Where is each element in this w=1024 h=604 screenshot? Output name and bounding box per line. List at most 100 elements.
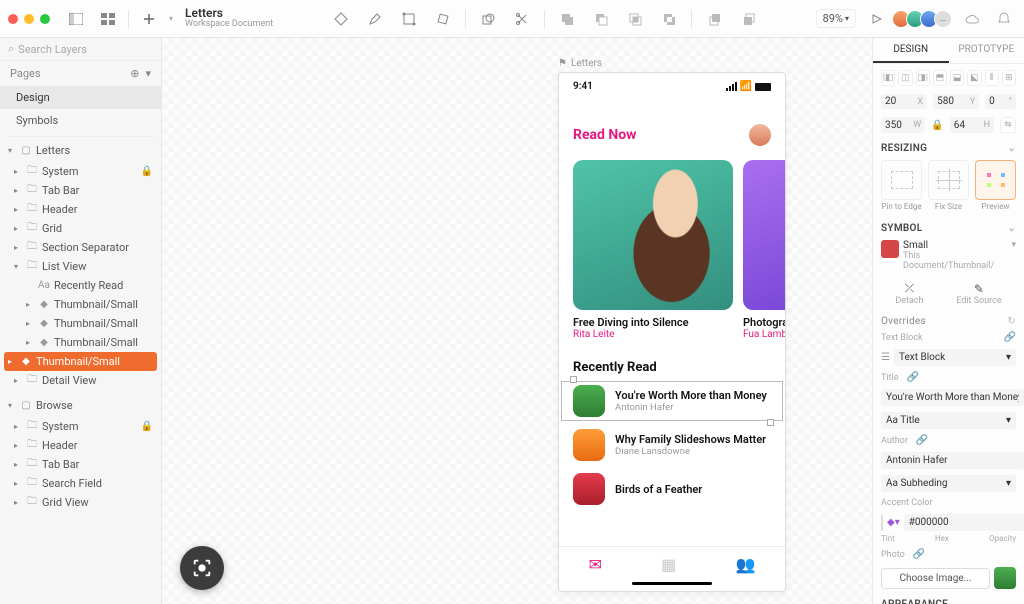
- distribute-button[interactable]: ⫴: [985, 70, 999, 86]
- title-override-input[interactable]: [881, 389, 1024, 406]
- artboard-phone[interactable]: 9:41 📶 Read Now Free Diving into Silence: [558, 72, 786, 592]
- layer-recently-read[interactable]: AaRecently Read: [0, 276, 161, 295]
- lock-aspect-icon[interactable]: 🔒: [931, 120, 943, 131]
- layer-system[interactable]: ▸🗀System🔒: [0, 417, 161, 436]
- align-top-button[interactable]: ⬒: [933, 70, 947, 86]
- resize-pin-button[interactable]: [881, 160, 922, 200]
- accent-sub: Hex: [935, 534, 949, 543]
- section-chevron-icon[interactable]: ⌄: [1007, 143, 1016, 154]
- thumbnail: [573, 473, 605, 505]
- symbol-chevron-icon[interactable]: ▾: [1011, 240, 1016, 250]
- resize-fix-button[interactable]: [928, 160, 969, 200]
- list-item-selected[interactable]: You're Worth More than Money Antonin Haf…: [559, 379, 785, 423]
- layer-thumbnail-small[interactable]: ▸◆Thumbnail/Small: [0, 314, 161, 333]
- union-button[interactable]: [555, 7, 579, 31]
- section-chevron-icon[interactable]: ⌄: [1007, 599, 1016, 604]
- artboard-browse[interactable]: ▾▢ Browse: [0, 396, 161, 415]
- lock-icon: 🔒: [141, 166, 153, 177]
- align-right-button[interactable]: ◨|: [916, 70, 930, 86]
- author-override-input[interactable]: [881, 452, 1024, 469]
- layer-search-field[interactable]: ▸🗀Search Field: [0, 474, 161, 493]
- collaborators[interactable]: …: [896, 10, 952, 28]
- insert-chevron-icon[interactable]: ▾: [169, 14, 173, 23]
- subtract-button[interactable]: [589, 7, 613, 31]
- add-page-button[interactable]: ⊕: [130, 67, 139, 80]
- align-middle-button[interactable]: ⬓: [950, 70, 964, 86]
- color-chip[interactable]: [881, 515, 883, 531]
- minimize-window-button[interactable]: [24, 14, 34, 24]
- hex-input[interactable]: [904, 514, 1024, 531]
- section-chevron-icon[interactable]: ⌄: [1007, 223, 1016, 234]
- edit-source-button[interactable]: ✎ Edit Source: [956, 282, 1001, 306]
- width-field[interactable]: W: [881, 117, 925, 133]
- view-grid-button[interactable]: [96, 7, 120, 31]
- edit-button[interactable]: [363, 7, 387, 31]
- thumbnail: [573, 385, 605, 417]
- transform-button[interactable]: [397, 7, 421, 31]
- layer-system[interactable]: ▸🗀System🔒: [0, 162, 161, 181]
- zoom-select[interactable]: 89% ▾: [816, 9, 856, 28]
- layer-thumbnail-small[interactable]: ▸◆Thumbnail/Small: [0, 295, 161, 314]
- card-title: Free Diving into Silence: [573, 316, 733, 329]
- backward-button[interactable]: [736, 7, 760, 31]
- canvas[interactable]: ⚑ Letters 9:41 📶 Read Now: [162, 38, 872, 604]
- layer-grid-view[interactable]: ▸🗀Grid View: [0, 493, 161, 512]
- difference-button[interactable]: [657, 7, 681, 31]
- layer-label: Thumbnail/Small: [54, 298, 138, 311]
- tidy-button[interactable]: ⊞: [1002, 70, 1016, 86]
- layer-section-separator[interactable]: ▸🗀Section Separator: [0, 238, 161, 257]
- tab-prototype[interactable]: PROTOTYPE: [949, 38, 1024, 63]
- layer-grid[interactable]: ▸🗀Grid: [0, 219, 161, 238]
- align-bottom-button[interactable]: ⬕: [967, 70, 981, 86]
- layer-header..[interactable]: ▸🗀Header: [0, 436, 161, 455]
- layer-tab-bar[interactable]: ▸🗀Tab Bar: [0, 181, 161, 200]
- layer-list-view[interactable]: ▾🗀List View: [0, 257, 161, 276]
- resize-preview-button[interactable]: [975, 160, 1016, 200]
- layer-tab-bar[interactable]: ▸🗀Tab Bar: [0, 455, 161, 474]
- tab-design[interactable]: DESIGN: [873, 38, 949, 63]
- flip-h-button[interactable]: ⇋: [1000, 117, 1016, 133]
- forward-button[interactable]: [702, 7, 726, 31]
- x-field[interactable]: X: [881, 94, 927, 109]
- align-left-button[interactable]: |◧: [881, 70, 895, 86]
- google-lens-badge[interactable]: [180, 546, 224, 590]
- intersect-button[interactable]: [623, 7, 647, 31]
- author-style-select[interactable]: Aa Subheding▾: [881, 475, 1016, 492]
- page-item-design[interactable]: Design: [0, 86, 161, 109]
- pages-chevron-icon[interactable]: ▾: [145, 67, 151, 80]
- layer-label: Tab Bar: [42, 458, 79, 471]
- mask-button[interactable]: [476, 7, 500, 31]
- maximize-window-button[interactable]: [40, 14, 50, 24]
- search-layers-input[interactable]: ⌕ Search Layers: [0, 38, 161, 61]
- close-window-button[interactable]: [8, 14, 18, 24]
- height-field[interactable]: H: [950, 117, 994, 133]
- play-preview-button[interactable]: [864, 7, 888, 31]
- textblock-select[interactable]: Text Block▾: [894, 349, 1016, 366]
- layer-detail-view[interactable]: ▸🗀Detail View: [0, 371, 161, 390]
- page-item-symbols[interactable]: Symbols: [0, 109, 161, 132]
- detach-button[interactable]: ⤫ Detach: [895, 281, 923, 306]
- create-symbol-button[interactable]: [329, 7, 353, 31]
- align-center-h-button[interactable]: ◫: [898, 70, 912, 86]
- notifications-button[interactable]: [992, 7, 1016, 31]
- artboard-letters[interactable]: ▾▢ Letters: [0, 141, 161, 160]
- reset-overrides-button[interactable]: ↻: [1007, 316, 1016, 327]
- layer-thumbnail-small-selected[interactable]: ▸◆Thumbnail/Small: [4, 352, 157, 371]
- layer-thumbnail-small[interactable]: ▸◆Thumbnail/Small: [0, 333, 161, 352]
- rotation-field[interactable]: °: [985, 94, 1016, 109]
- artboard-label[interactable]: ⚑ Letters: [558, 58, 602, 69]
- section-symbol: SYMBOL: [881, 223, 922, 234]
- layer-header[interactable]: ▸🗀Header: [0, 200, 161, 219]
- sidebar: ⌕ Search Layers Pages ⊕ ▾ Design Symbols…: [0, 38, 162, 604]
- choose-image-button[interactable]: Choose Image...: [881, 568, 990, 589]
- rotate-button[interactable]: [431, 7, 455, 31]
- read-now-title: Read Now: [573, 127, 636, 143]
- y-field[interactable]: Y: [933, 94, 979, 109]
- color-menu-icon[interactable]: ◆▾: [887, 517, 900, 528]
- insert-button[interactable]: [137, 7, 161, 31]
- item-author: Antonin Hafer: [615, 402, 767, 413]
- scissors-button[interactable]: [510, 7, 534, 31]
- title-style-select[interactable]: Aa Title▾: [881, 412, 1016, 429]
- cloud-button[interactable]: [960, 7, 984, 31]
- sidebar-toggle-button[interactable]: [64, 7, 88, 31]
